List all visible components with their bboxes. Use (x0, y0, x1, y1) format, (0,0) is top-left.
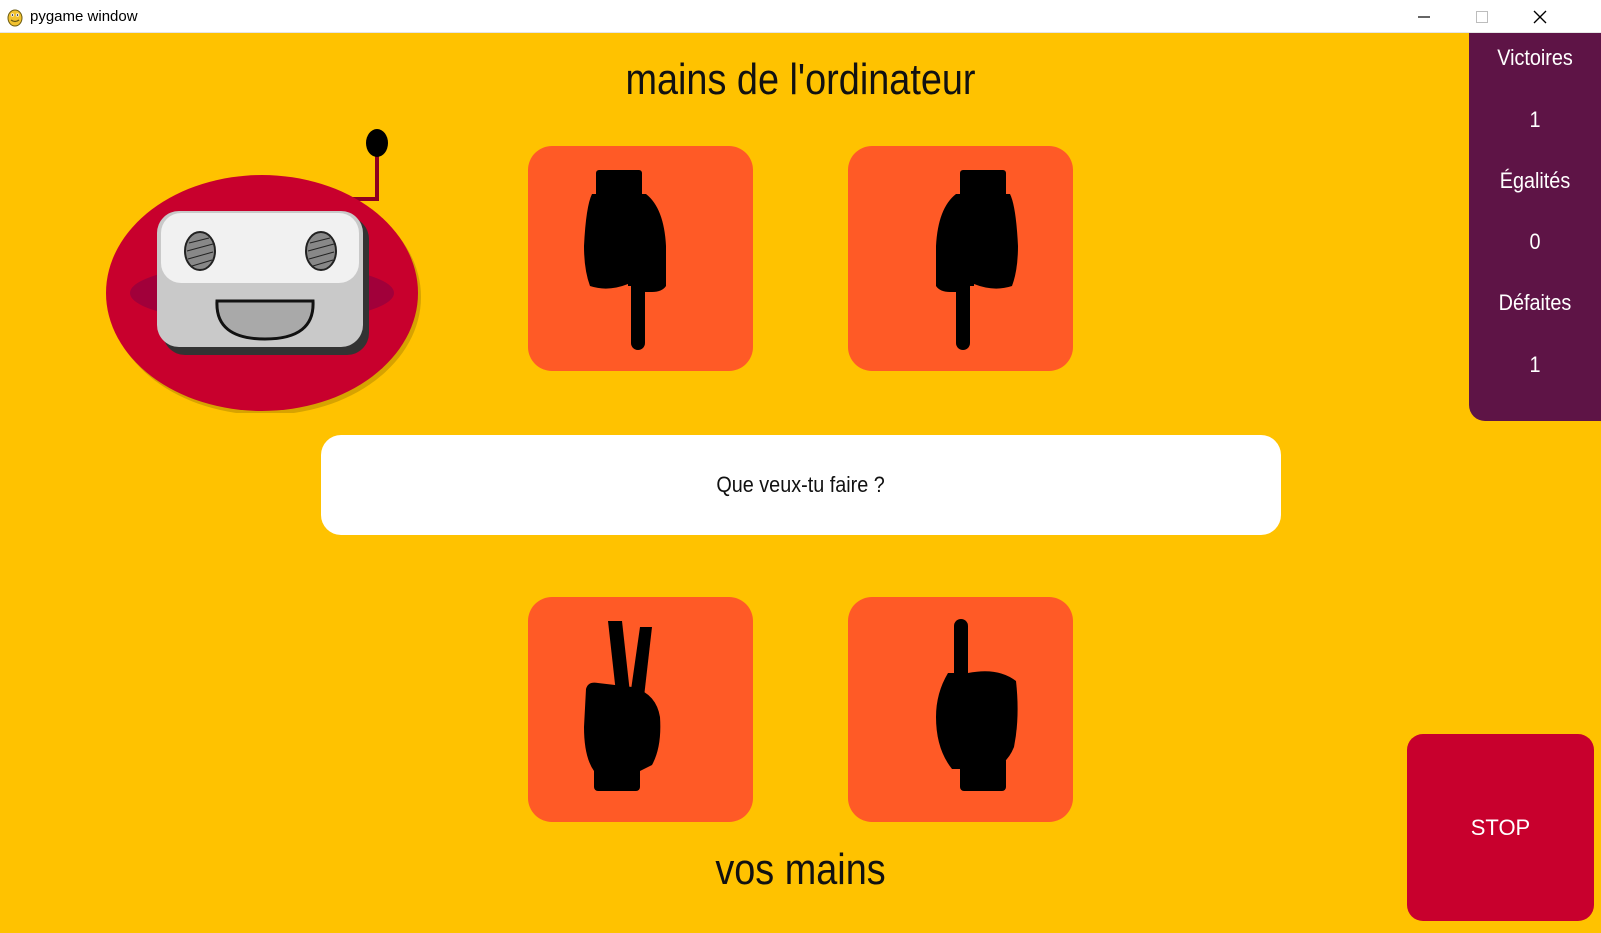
minimize-icon (1418, 16, 1430, 18)
stop-button[interactable]: STOP (1407, 734, 1594, 921)
computer-hand-card-2 (848, 146, 1073, 371)
player-hands-heading: vos mains (715, 845, 886, 894)
computer-hand-card-1 (528, 146, 753, 371)
close-icon (1533, 10, 1547, 24)
ties-value: 0 (1529, 229, 1541, 254)
pointing-down-hand-icon (936, 170, 1018, 350)
message-text: Que veux-tu faire ? (716, 472, 886, 497)
maximize-button[interactable] (1453, 0, 1511, 33)
pointing-up-hand-icon (936, 619, 1018, 791)
victory-hand-icon (584, 621, 661, 791)
message-box: Que veux-tu faire ? (321, 435, 1281, 535)
maximize-icon (1476, 11, 1488, 23)
minimize-button[interactable] (1395, 0, 1453, 33)
stop-button-label: STOP (1470, 814, 1531, 840)
wins-label: Victoires (1497, 45, 1573, 70)
close-button[interactable] (1511, 0, 1569, 33)
wins-value: 1 (1529, 107, 1541, 132)
losses-value: 1 (1529, 352, 1541, 377)
score-panel: Victoires 1 Égalités 0 Défaites 1 (1469, 33, 1601, 421)
losses-label: Défaites (1498, 290, 1572, 315)
ties-label: Égalités (1499, 168, 1571, 193)
window-titlebar: pygame window (0, 0, 1601, 33)
pygame-snake-icon (7, 9, 23, 27)
game-area: mains de l'ordinateur Que veux-tu faire … (0, 33, 1601, 933)
player-hand-card-victory[interactable] (528, 597, 753, 822)
player-hand-card-pointing[interactable] (848, 597, 1073, 822)
pointing-down-hand-icon (584, 170, 666, 350)
window-title: pygame window (30, 8, 138, 25)
robot-face-icon (106, 129, 421, 413)
computer-hands-heading: mains de l'ordinateur (625, 55, 976, 104)
